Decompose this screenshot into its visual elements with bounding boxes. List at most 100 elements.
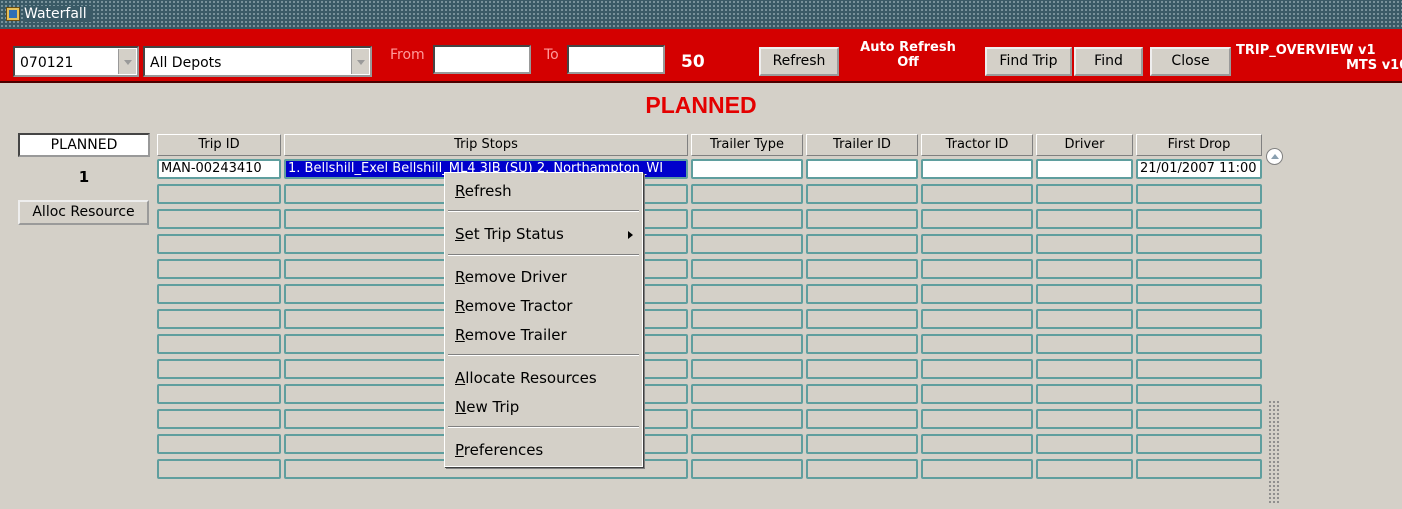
cell-driver[interactable] bbox=[1036, 434, 1133, 454]
from-field[interactable] bbox=[433, 45, 531, 74]
cell-driver[interactable] bbox=[1036, 384, 1133, 404]
cell-trip-id[interactable] bbox=[157, 334, 281, 354]
menu-item-allocate-resources[interactable]: Allocate Resources bbox=[455, 368, 597, 388]
cell-trailer-type[interactable] bbox=[691, 384, 803, 404]
cell-first-drop[interactable] bbox=[1136, 209, 1262, 229]
cell-trailer-type[interactable] bbox=[691, 334, 803, 354]
title-bar[interactable]: Waterfall bbox=[0, 0, 1402, 29]
column-header-trailer-type[interactable]: Trailer Type bbox=[691, 134, 803, 156]
cell-trip-id[interactable] bbox=[157, 209, 281, 229]
menu-item-remove-driver[interactable]: Remove Driver bbox=[455, 267, 567, 287]
status-field[interactable]: PLANNED bbox=[18, 133, 150, 157]
cell-tractor-id[interactable] bbox=[921, 284, 1033, 304]
menu-item-preferences[interactable]: Preferences bbox=[455, 440, 543, 460]
column-header-trip-stops[interactable]: Trip Stops bbox=[284, 134, 688, 156]
cell-tractor-id[interactable] bbox=[921, 459, 1033, 479]
cell-driver[interactable] bbox=[1036, 359, 1133, 379]
cell-trip-id[interactable] bbox=[157, 409, 281, 429]
cell-trailer-id[interactable] bbox=[806, 309, 918, 329]
alloc-resource-button[interactable]: Alloc Resource bbox=[18, 200, 149, 225]
cell-first-drop[interactable] bbox=[1136, 309, 1262, 329]
cell-tractor-id[interactable] bbox=[921, 409, 1033, 429]
cell-tractor-id[interactable] bbox=[921, 434, 1033, 454]
column-header-trailer-id[interactable]: Trailer ID bbox=[806, 134, 918, 156]
close-button[interactable]: Close bbox=[1150, 47, 1231, 76]
cell-driver[interactable] bbox=[1036, 334, 1133, 354]
cell-trailer-id[interactable] bbox=[806, 359, 918, 379]
cell-tractor-id[interactable] bbox=[921, 259, 1033, 279]
cell-driver[interactable] bbox=[1036, 234, 1133, 254]
chevron-down-icon[interactable] bbox=[118, 49, 136, 74]
menu-item-remove-tractor[interactable]: Remove Tractor bbox=[455, 296, 572, 316]
depot-combo[interactable]: All Depots bbox=[143, 46, 372, 77]
find-trip-button[interactable]: Find Trip bbox=[985, 47, 1072, 76]
cell-trip-id[interactable]: MAN-00243410 bbox=[157, 159, 281, 179]
cell-first-drop[interactable] bbox=[1136, 184, 1262, 204]
cell-trip-id[interactable] bbox=[157, 259, 281, 279]
cell-trip-id[interactable] bbox=[157, 284, 281, 304]
cell-tractor-id[interactable] bbox=[921, 334, 1033, 354]
cell-trip-id[interactable] bbox=[157, 309, 281, 329]
cell-first-drop[interactable] bbox=[1136, 384, 1262, 404]
cell-tractor-id[interactable] bbox=[921, 159, 1033, 179]
cell-first-drop[interactable] bbox=[1136, 459, 1262, 479]
cell-tractor-id[interactable] bbox=[921, 359, 1033, 379]
cell-trailer-type[interactable] bbox=[691, 159, 803, 179]
cell-trailer-id[interactable] bbox=[806, 459, 918, 479]
menu-item-new-trip[interactable]: New Trip bbox=[455, 397, 519, 417]
cell-trailer-type[interactable] bbox=[691, 409, 803, 429]
cell-driver[interactable] bbox=[1036, 409, 1133, 429]
cell-trailer-id[interactable] bbox=[806, 159, 918, 179]
cell-trailer-id[interactable] bbox=[806, 409, 918, 429]
cell-trailer-id[interactable] bbox=[806, 284, 918, 304]
cell-first-drop[interactable] bbox=[1136, 359, 1262, 379]
cell-trailer-type[interactable] bbox=[691, 434, 803, 454]
cell-tractor-id[interactable] bbox=[921, 384, 1033, 404]
cell-trailer-id[interactable] bbox=[806, 234, 918, 254]
menu-item-set-trip-status[interactable]: Set Trip Status bbox=[455, 224, 564, 244]
cell-trailer-id[interactable] bbox=[806, 334, 918, 354]
cell-driver[interactable] bbox=[1036, 184, 1133, 204]
cell-trailer-id[interactable] bbox=[806, 259, 918, 279]
auto-refresh-toggle[interactable]: Auto Refresh Off bbox=[845, 40, 971, 70]
column-header-trip-id[interactable]: Trip ID bbox=[157, 134, 281, 156]
cell-first-drop[interactable] bbox=[1136, 284, 1262, 304]
menu-item-remove-trailer[interactable]: Remove Trailer bbox=[455, 325, 567, 345]
cell-trailer-id[interactable] bbox=[806, 434, 918, 454]
cell-first-drop[interactable] bbox=[1136, 259, 1262, 279]
cell-trailer-id[interactable] bbox=[806, 384, 918, 404]
cell-trailer-type[interactable] bbox=[691, 259, 803, 279]
column-header-driver[interactable]: Driver bbox=[1036, 134, 1133, 156]
cell-trailer-type[interactable] bbox=[691, 284, 803, 304]
cell-trip-id[interactable] bbox=[157, 384, 281, 404]
refresh-button[interactable]: Refresh bbox=[759, 47, 839, 76]
find-button[interactable]: Find bbox=[1074, 47, 1143, 76]
cell-first-drop[interactable] bbox=[1136, 334, 1262, 354]
cell-trailer-type[interactable] bbox=[691, 359, 803, 379]
cell-driver[interactable] bbox=[1036, 209, 1133, 229]
cell-trailer-type[interactable] bbox=[691, 184, 803, 204]
chevron-down-icon[interactable] bbox=[351, 49, 369, 74]
scroll-thumb[interactable] bbox=[1268, 400, 1280, 504]
cell-first-drop[interactable] bbox=[1136, 234, 1262, 254]
to-field[interactable] bbox=[567, 45, 665, 74]
cell-driver[interactable] bbox=[1036, 259, 1133, 279]
cell-first-drop[interactable] bbox=[1136, 434, 1262, 454]
cell-driver[interactable] bbox=[1036, 309, 1133, 329]
cell-trailer-id[interactable] bbox=[806, 209, 918, 229]
vertical-scrollbar[interactable] bbox=[1266, 148, 1283, 504]
cell-tractor-id[interactable] bbox=[921, 309, 1033, 329]
cell-trip-id[interactable] bbox=[157, 459, 281, 479]
cell-driver[interactable] bbox=[1036, 284, 1133, 304]
cell-trip-id[interactable] bbox=[157, 234, 281, 254]
menu-item-refresh[interactable]: Refresh bbox=[455, 181, 512, 201]
cell-trailer-type[interactable] bbox=[691, 309, 803, 329]
column-header-tractor-id[interactable]: Tractor ID bbox=[921, 134, 1033, 156]
cell-trailer-type[interactable] bbox=[691, 209, 803, 229]
cell-first-drop[interactable] bbox=[1136, 409, 1262, 429]
cell-trailer-type[interactable] bbox=[691, 459, 803, 479]
cell-trailer-type[interactable] bbox=[691, 234, 803, 254]
cell-tractor-id[interactable] bbox=[921, 184, 1033, 204]
run-code-combo[interactable]: 070121 bbox=[13, 46, 139, 77]
cell-trip-id[interactable] bbox=[157, 359, 281, 379]
